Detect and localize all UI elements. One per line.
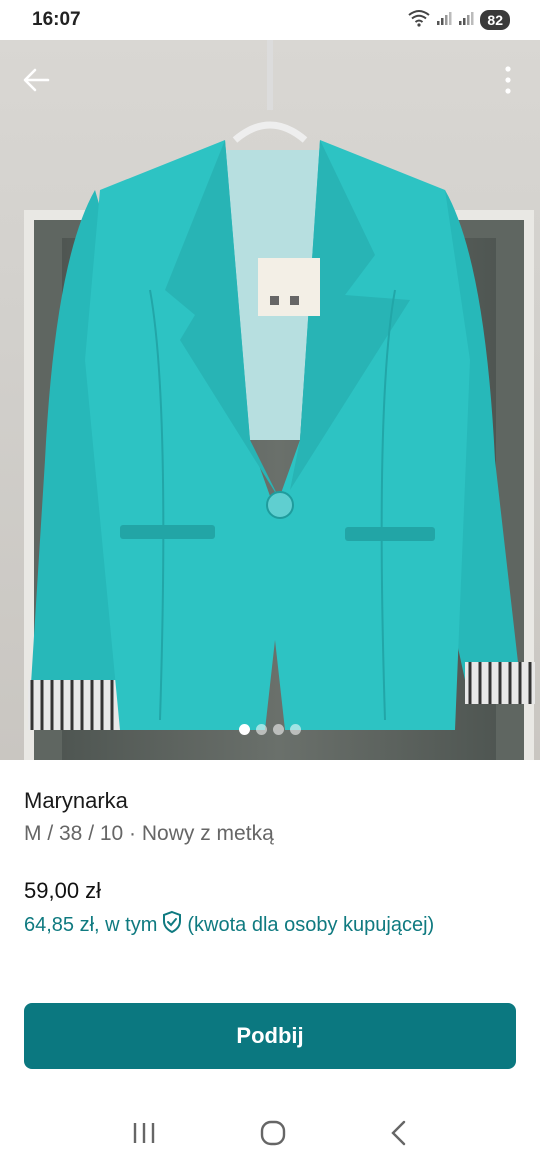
back-icon[interactable] bbox=[388, 1119, 410, 1152]
item-price: 59,00 zł bbox=[24, 878, 102, 903]
pagination-dot[interactable] bbox=[273, 724, 284, 735]
back-button[interactable] bbox=[18, 64, 54, 100]
pagination-dot[interactable] bbox=[239, 724, 250, 735]
home-icon[interactable] bbox=[259, 1119, 287, 1152]
jacket-image bbox=[28, 40, 535, 730]
status-icons: 82 bbox=[408, 9, 510, 32]
photo-pagination bbox=[0, 724, 540, 735]
status-time: 16:07 bbox=[32, 9, 81, 30]
signal-icon bbox=[436, 10, 452, 31]
battery-indicator: 82 bbox=[480, 10, 510, 30]
item-title: Marynarka bbox=[24, 788, 128, 813]
bump-button[interactable]: Podbij bbox=[24, 1003, 516, 1069]
more-button[interactable] bbox=[496, 64, 520, 100]
total-price: 64,85 zł, w tym bbox=[24, 913, 158, 936]
wifi-icon bbox=[408, 9, 431, 32]
more-vertical-icon bbox=[504, 65, 512, 100]
product-photo[interactable] bbox=[0, 40, 540, 760]
signal-icon bbox=[458, 10, 474, 31]
system-navigation bbox=[0, 1100, 540, 1170]
total-price-row[interactable]: 64,85 zł, w tym (kwota dla osoby kupując… bbox=[24, 910, 434, 940]
pagination-dot[interactable] bbox=[256, 724, 267, 735]
total-price-note: (kwota dla osoby kupującej) bbox=[187, 913, 435, 936]
pagination-dot[interactable] bbox=[290, 724, 301, 735]
item-details: M / 38 / 10 · Nowy z metką bbox=[24, 822, 274, 845]
shield-check-icon[interactable] bbox=[160, 910, 184, 940]
status-bar: 16:07 82 bbox=[0, 0, 540, 40]
recents-icon[interactable] bbox=[130, 1120, 158, 1151]
arrow-left-icon bbox=[22, 68, 50, 97]
